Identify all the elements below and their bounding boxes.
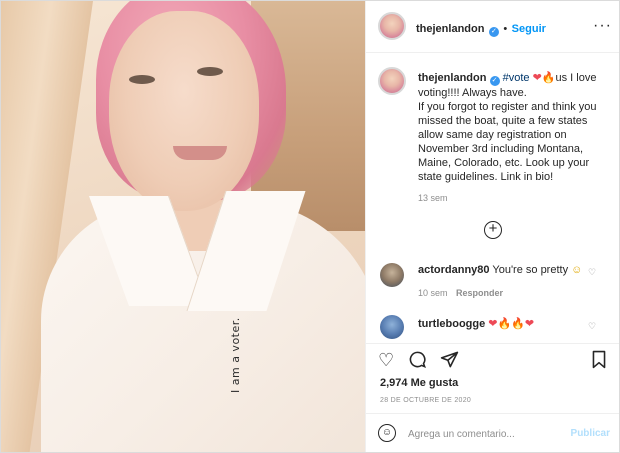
caption: thejenlandon ✓ #vote ❤🔥us I love voting!…	[418, 71, 614, 184]
verified-badge-icon: ✓	[488, 27, 499, 37]
comment-like-icon[interactable]: ♡	[588, 267, 596, 278]
add-comment-bar: ☺ Publicar	[366, 413, 619, 452]
comment-item: actordanny80 You're so pretty ☺	[418, 264, 582, 276]
comment-emoji: ❤🔥🔥❤	[488, 318, 535, 330]
photo-mouth	[173, 146, 227, 160]
bookmark-icon[interactable]	[590, 350, 608, 374]
likes-label: Me gusta	[410, 377, 459, 389]
comment-text: You're so pretty	[492, 264, 569, 276]
post-photo[interactable]: I am a voter.	[1, 1, 365, 452]
caption-username[interactable]: thejenlandon	[418, 72, 486, 84]
comments-area[interactable]: thejenlandon ✓ #vote ❤🔥us I love voting!…	[366, 53, 619, 343]
caption-body: If you forgot to register and think you …	[418, 101, 597, 183]
post-header: thejenlandon ✓ • Seguir ···	[366, 1, 619, 53]
heart-emoji-icon: ❤	[532, 72, 542, 84]
smile-emoji-icon: ☺	[571, 264, 583, 276]
separator-dot: •	[503, 23, 508, 35]
post-date[interactable]: 28 DE OCTUBRE DE 2020	[380, 397, 471, 404]
caption-avatar[interactable]	[378, 67, 406, 95]
reply-button[interactable]: Responder	[456, 288, 503, 298]
comment-username[interactable]: turtleboogge	[418, 318, 485, 330]
post-actions: ♡ 2,974 Me gusta 28 DE OCTUBRE DE 2020	[366, 343, 619, 413]
comment-avatar[interactable]	[380, 315, 404, 339]
caption-verified-badge-icon: ✓	[489, 76, 500, 86]
heart-icon[interactable]: ♡	[378, 350, 394, 371]
comment-item: turtleboogge ❤🔥🔥❤	[418, 317, 534, 330]
publish-button[interactable]: Publicar	[571, 428, 610, 439]
fire-emoji-icon: 🔥	[541, 72, 556, 84]
post-side-panel: thejenlandon ✓ • Seguir ··· thejenlandon…	[365, 1, 619, 452]
smiley-icon[interactable]: ☺	[378, 424, 396, 442]
follow-button[interactable]: Seguir	[512, 23, 546, 35]
photo-eye-left	[129, 75, 155, 84]
comment-icon[interactable]	[408, 350, 427, 374]
comment-avatar[interactable]	[380, 263, 404, 287]
photo-face	[109, 11, 259, 211]
post-modal: I am a voter. thejenlandon ✓ • Seguir ··…	[0, 0, 620, 453]
likes-number: 2,974	[380, 377, 408, 389]
photo-eye-right	[197, 67, 223, 76]
shirt-text: I am a voter.	[229, 317, 242, 393]
load-more-comments-icon[interactable]: +	[484, 221, 502, 239]
more-options-icon[interactable]: ···	[593, 17, 612, 35]
likes-count[interactable]: 2,974 Me gusta	[380, 377, 458, 389]
comment-input[interactable]	[408, 426, 558, 442]
caption-hashtag[interactable]: #vote	[503, 72, 530, 84]
comment-time[interactable]: 10 sem	[418, 288, 448, 298]
comment-username[interactable]: actordanny80	[418, 264, 490, 276]
author-username[interactable]: thejenlandon	[416, 23, 484, 35]
author-avatar[interactable]	[378, 12, 406, 40]
comment-like-icon[interactable]: ♡	[588, 321, 596, 332]
paper-plane-icon[interactable]	[440, 350, 459, 374]
caption-time[interactable]: 13 sem	[418, 193, 448, 203]
